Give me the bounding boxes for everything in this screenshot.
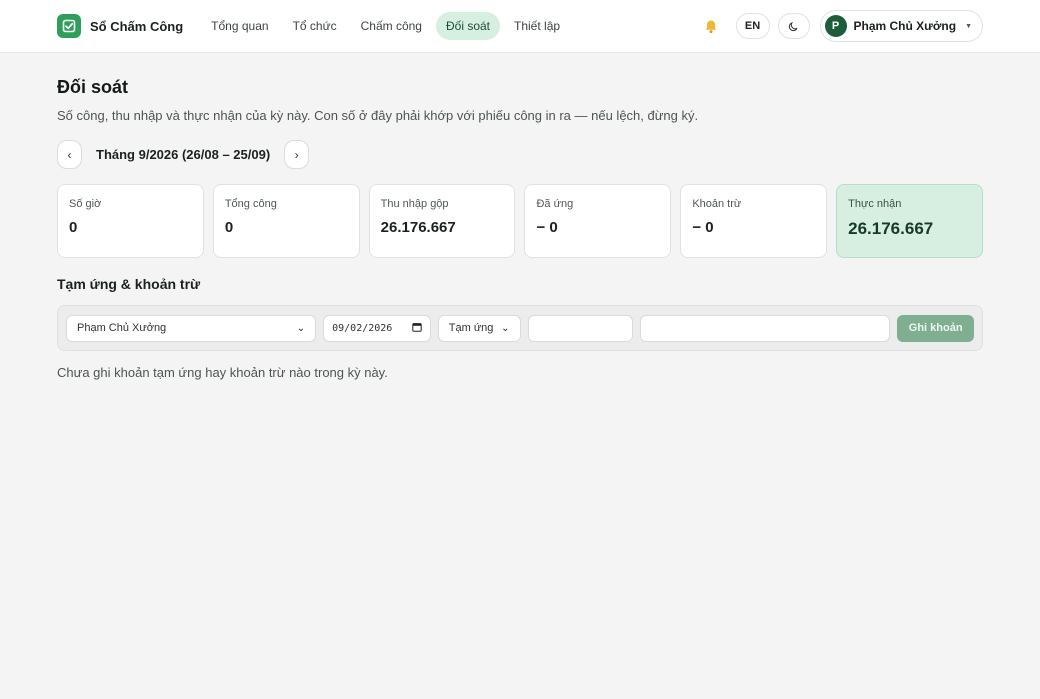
card-value: 26.176.667 bbox=[848, 219, 934, 238]
note-input[interactable] bbox=[640, 314, 891, 342]
card-value: 0 bbox=[69, 219, 78, 236]
section-title-advances: Tạm ứng & khoản trừ bbox=[57, 276, 201, 292]
main-content: Đối soát Số công, thu nhập và thực nhận … bbox=[0, 77, 1040, 380]
nav-item-settings[interactable]: Thiết lập bbox=[504, 12, 570, 40]
entry-type-value: Tạm ứng bbox=[448, 322, 494, 334]
nav-item-reconciliation[interactable]: Đối soát bbox=[435, 12, 501, 40]
avatar: P bbox=[824, 15, 847, 37]
card-advanced: Đã ứng − 0 bbox=[524, 184, 672, 258]
card-value: 26.176.667 bbox=[380, 219, 456, 236]
date-input-value: 09/02/2026 bbox=[332, 322, 393, 334]
card-label: Đã ứng bbox=[536, 198, 574, 210]
nav-item-organization[interactable]: Tổ chức bbox=[283, 12, 347, 40]
checkbox-logo-icon bbox=[57, 14, 81, 38]
bell-icon[interactable] bbox=[700, 15, 722, 37]
chevron-down-icon: ⌄ bbox=[501, 322, 510, 334]
page-subtitle: Số công, thu nhập và thực nhận của kỳ nà… bbox=[57, 108, 699, 123]
amount-input[interactable] bbox=[527, 314, 634, 342]
user-menu-button[interactable]: P Phạm Chủ Xưởng ▼ bbox=[819, 10, 983, 42]
next-period-button[interactable]: › bbox=[284, 140, 310, 169]
card-gross-income: Thu nhập gộp 26.176.667 bbox=[368, 184, 516, 258]
page-title: Đối soát bbox=[57, 77, 129, 97]
person-select-value: Phạm Chủ Xưởng bbox=[77, 322, 167, 334]
card-label: Tổng công bbox=[224, 198, 277, 210]
user-name: Phạm Chủ Xưởng bbox=[853, 19, 957, 33]
header-tools: EN P Phạm Chủ Xưởng ▼ bbox=[700, 10, 983, 42]
period-selector: ‹ Tháng 9/2026 (26/08 – 25/09) › bbox=[57, 140, 983, 169]
app-logo[interactable]: Sổ Chấm Công bbox=[57, 14, 183, 38]
advance-entry-form: Phạm Chủ Xưởng ⌄ 09/02/2026 Tạm ứng ⌄ Gh… bbox=[57, 305, 983, 351]
card-net-pay: Thực nhận 26.176.667 bbox=[836, 184, 983, 258]
period-label: Tháng 9/2026 (26/08 – 25/09) bbox=[96, 147, 271, 162]
card-label: Thực nhận bbox=[848, 198, 902, 210]
top-bar: Sổ Chấm Công Tổng quan Tổ chức Chấm công… bbox=[0, 0, 1040, 53]
chevron-down-icon: ⌄ bbox=[296, 322, 306, 334]
caret-down-icon: ▼ bbox=[965, 22, 972, 30]
app-name: Sổ Chấm Công bbox=[90, 18, 184, 34]
nav-item-overview[interactable]: Tổng quan bbox=[201, 12, 278, 40]
nav-item-attendance[interactable]: Chấm công bbox=[351, 12, 432, 40]
empty-state-message: Chưa ghi khoản tạm ứng hay khoản trừ nào… bbox=[57, 365, 388, 380]
theme-toggle-button[interactable] bbox=[777, 13, 810, 39]
card-value: 0 bbox=[224, 219, 234, 236]
card-hours: Số giờ 0 bbox=[57, 184, 204, 258]
card-label: Thu nhập gộp bbox=[380, 198, 449, 210]
calendar-icon[interactable] bbox=[412, 322, 422, 335]
card-label: Số giờ bbox=[69, 198, 102, 210]
card-total-workdays: Tổng công 0 bbox=[212, 184, 360, 258]
previous-period-button[interactable]: ‹ bbox=[57, 140, 82, 169]
card-value: − 0 bbox=[536, 219, 558, 236]
card-label: Khoản trừ bbox=[692, 198, 742, 210]
person-select[interactable]: Phạm Chủ Xưởng ⌄ bbox=[66, 314, 317, 342]
moon-icon bbox=[788, 21, 798, 31]
main-nav: Tổng quan Tổ chức Chấm công Đối soát Thi… bbox=[201, 12, 570, 40]
card-value: − 0 bbox=[692, 219, 714, 236]
date-input[interactable]: 09/02/2026 bbox=[323, 314, 431, 342]
submit-entry-button[interactable]: Ghi khoản bbox=[897, 314, 975, 342]
language-toggle-button[interactable]: EN bbox=[735, 13, 770, 39]
entry-type-select[interactable]: Tạm ứng ⌄ bbox=[437, 314, 521, 342]
summary-cards: Số giờ 0 Tổng công 0 Thu nhập gộp 26.176… bbox=[57, 184, 983, 258]
card-deductions: Khoản trừ − 0 bbox=[680, 184, 828, 258]
